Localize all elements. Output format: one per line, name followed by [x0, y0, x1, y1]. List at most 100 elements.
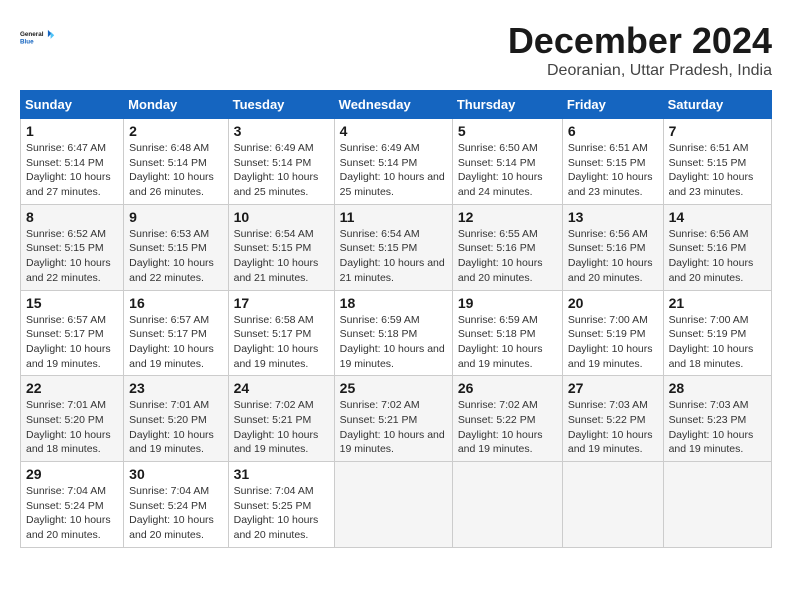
calendar-table: SundayMondayTuesdayWednesdayThursdayFrid… [20, 90, 772, 548]
daylight-text: Daylight: 10 hours and 19 minutes. [129, 429, 214, 456]
day-info: Sunrise: 7:02 AMSunset: 5:21 PMDaylight:… [340, 398, 447, 457]
day-info: Sunrise: 7:02 AMSunset: 5:21 PMDaylight:… [234, 398, 329, 457]
daylight-text: Daylight: 10 hours and 19 minutes. [129, 343, 214, 370]
day-number: 29 [26, 466, 118, 482]
logo-icon: GeneralBlue [20, 20, 56, 56]
sunset-text: Sunset: 5:22 PM [568, 414, 646, 426]
daylight-text: Daylight: 10 hours and 20 minutes. [458, 257, 543, 284]
day-number: 26 [458, 380, 557, 396]
day-info: Sunrise: 7:03 AM Sunset: 5:23 PM Daylight:… [669, 398, 766, 457]
sunrise-text: Sunrise: 6:59 AM [340, 314, 420, 326]
day-info: Sunrise: 7:04 AMSunset: 5:25 PMDaylight:… [234, 484, 329, 543]
sunrise-text: Sunrise: 6:59 AM [458, 314, 538, 326]
calendar-cell: 6Sunrise: 6:51 AMSunset: 5:15 PMDaylight… [562, 119, 663, 205]
daylight-text: Daylight: 10 hours and 27 minutes. [26, 171, 111, 198]
day-number: 28 [669, 380, 766, 396]
day-number: 30 [129, 466, 222, 482]
day-info: Sunrise: 6:59 AMSunset: 5:18 PMDaylight:… [458, 313, 557, 372]
svg-text:Blue: Blue [20, 38, 34, 45]
day-number: 22 [26, 380, 118, 396]
daylight-text: Daylight: 10 hours and 26 minutes. [129, 171, 214, 198]
sunrise-text: Sunrise: 6:49 AM [340, 142, 420, 154]
daylight-text: Daylight: 10 hours and 25 minutes. [234, 171, 319, 198]
daylight-text: Daylight: 10 hours and 22 minutes. [129, 257, 214, 284]
calendar-cell [663, 462, 771, 548]
sunrise-text: Sunrise: 6:56 AM [568, 228, 648, 240]
calendar-cell: 14Sunrise: 6:56 AMSunset: 5:16 PMDayligh… [663, 204, 771, 290]
sunset-text: Sunset: 5:14 PM [26, 157, 104, 169]
calendar-cell [452, 462, 562, 548]
calendar-cell: 21Sunrise: 7:00 AMSunset: 5:19 PMDayligh… [663, 290, 771, 376]
day-info: Sunrise: 7:01 AMSunset: 5:20 PMDaylight:… [26, 398, 118, 457]
day-info: Sunrise: 6:55 AM Sunset: 5:16 PM Daylight:… [458, 227, 557, 286]
sunrise-text: Sunrise: 7:04 AM [129, 485, 209, 497]
sunrise-text: Sunrise: 7:00 AM [669, 314, 749, 326]
daylight-text: Daylight: 10 hours and 19 minutes. [26, 343, 111, 370]
svg-text:General: General [20, 31, 44, 38]
sunrise-text: Sunrise: 7:02 AM [458, 399, 538, 411]
sunrise-text: Sunrise: 7:04 AM [26, 485, 106, 497]
sunset-text: Sunset: 5:15 PM [340, 242, 418, 254]
day-info: Sunrise: 7:02 AMSunset: 5:22 PMDaylight:… [458, 398, 557, 457]
calendar-cell: 16Sunrise: 6:57 AMSunset: 5:17 PMDayligh… [124, 290, 228, 376]
day-info: Sunrise: 6:53 AMSunset: 5:15 PMDaylight:… [129, 227, 222, 286]
sunrise-text: Sunrise: 6:53 AM [129, 228, 209, 240]
sunrise-text: Sunrise: 7:01 AM [129, 399, 209, 411]
sunset-text: Sunset: 5:20 PM [26, 414, 104, 426]
sunrise-text: Sunrise: 6:55 AM [458, 228, 538, 240]
sunset-text: Sunset: 5:23 PM [669, 414, 747, 426]
calendar-cell: 25Sunrise: 7:02 AMSunset: 5:21 PMDayligh… [334, 376, 452, 462]
sunset-text: Sunset: 5:15 PM [669, 157, 747, 169]
day-number: 12 [458, 209, 557, 225]
day-info: Sunrise: 7:03 AMSunset: 5:22 PMDaylight:… [568, 398, 658, 457]
sunrise-text: Sunrise: 7:03 AM [669, 399, 749, 411]
sunset-text: Sunset: 5:17 PM [26, 328, 104, 340]
sunset-text: Sunset: 5:15 PM [234, 242, 312, 254]
day-info: Sunrise: 6:52 AMSunset: 5:15 PMDaylight:… [26, 227, 118, 286]
day-number: 3 [234, 123, 329, 139]
sunset-text: Sunset: 5:16 PM [568, 242, 646, 254]
header: GeneralBlue December 2024 Deoranian, Utt… [20, 20, 772, 80]
daylight-text: Daylight: 10 hours and 25 minutes. [340, 171, 445, 198]
calendar-cell: 23Sunrise: 7:01 AMSunset: 5:20 PMDayligh… [124, 376, 228, 462]
sunrise-text: Sunrise: 6:54 AM [340, 228, 420, 240]
day-number: 31 [234, 466, 329, 482]
daylight-text: Daylight: 10 hours and 21 minutes. [340, 257, 445, 284]
month-title: December 2024 [508, 20, 772, 62]
sunset-text: Sunset: 5:14 PM [458, 157, 536, 169]
sunset-text: Sunset: 5:19 PM [669, 328, 747, 340]
sunset-text: Sunset: 5:17 PM [129, 328, 207, 340]
sunrise-text: Sunrise: 7:03 AM [568, 399, 648, 411]
sunrise-text: Sunrise: 7:02 AM [340, 399, 420, 411]
location-subtitle: Deoranian, Uttar Pradesh, India [508, 62, 772, 80]
calendar-cell: 31 Sunrise: 7:04 AMSunset: 5:25 PMDayligh… [228, 462, 334, 548]
daylight-text: Daylight: 10 hours and 20 minutes. [129, 514, 214, 541]
day-info: Sunrise: 6:54 AMSunset: 5:15 PMDaylight:… [234, 227, 329, 286]
calendar-week-row: 8Sunrise: 6:52 AMSunset: 5:15 PMDaylight… [21, 204, 772, 290]
sunset-text: Sunset: 5:21 PM [234, 414, 312, 426]
calendar-cell: 9Sunrise: 6:53 AMSunset: 5:15 PMDaylight… [124, 204, 228, 290]
sunset-text: Sunset: 5:19 PM [568, 328, 646, 340]
day-info: Sunrise: 6:56 AM Sunset: 5:16 PM Daylight:… [568, 227, 658, 286]
daylight-text: Daylight: 10 hours and 19 minutes. [669, 429, 754, 456]
sunrise-text: Sunrise: 6:47 AM [26, 142, 106, 154]
sunrise-text: Sunrise: 6:58 AM [234, 314, 314, 326]
sunrise-text: Sunrise: 6:51 AM [669, 142, 749, 154]
daylight-text: Daylight: 10 hours and 23 minutes. [568, 171, 653, 198]
calendar-cell: 1Sunrise: 6:47 AMSunset: 5:14 PMDaylight… [21, 119, 124, 205]
sunset-text: Sunset: 5:17 PM [234, 328, 312, 340]
sunset-text: Sunset: 5:15 PM [568, 157, 646, 169]
day-number: 13 [568, 209, 658, 225]
sunset-text: Sunset: 5:18 PM [458, 328, 536, 340]
sunset-text: Sunset: 5:16 PM [458, 242, 536, 254]
daylight-text: Daylight: 10 hours and 20 minutes. [568, 257, 653, 284]
daylight-text: Daylight: 10 hours and 23 minutes. [669, 171, 754, 198]
sunrise-text: Sunrise: 6:57 AM [26, 314, 106, 326]
header-cell-wednesday: Wednesday [334, 91, 452, 119]
sunset-text: Sunset: 5:14 PM [234, 157, 312, 169]
header-cell-thursday: Thursday [452, 91, 562, 119]
calendar-cell: 27Sunrise: 7:03 AMSunset: 5:22 PMDayligh… [562, 376, 663, 462]
day-info: Sunrise: 6:49 AMSunset: 5:14 PMDaylight:… [340, 141, 447, 200]
calendar-cell: 22 Sunrise: 7:01 AMSunset: 5:20 PMDayligh… [21, 376, 124, 462]
day-info: Sunrise: 6:58 AMSunset: 5:17 PMDaylight:… [234, 313, 329, 372]
